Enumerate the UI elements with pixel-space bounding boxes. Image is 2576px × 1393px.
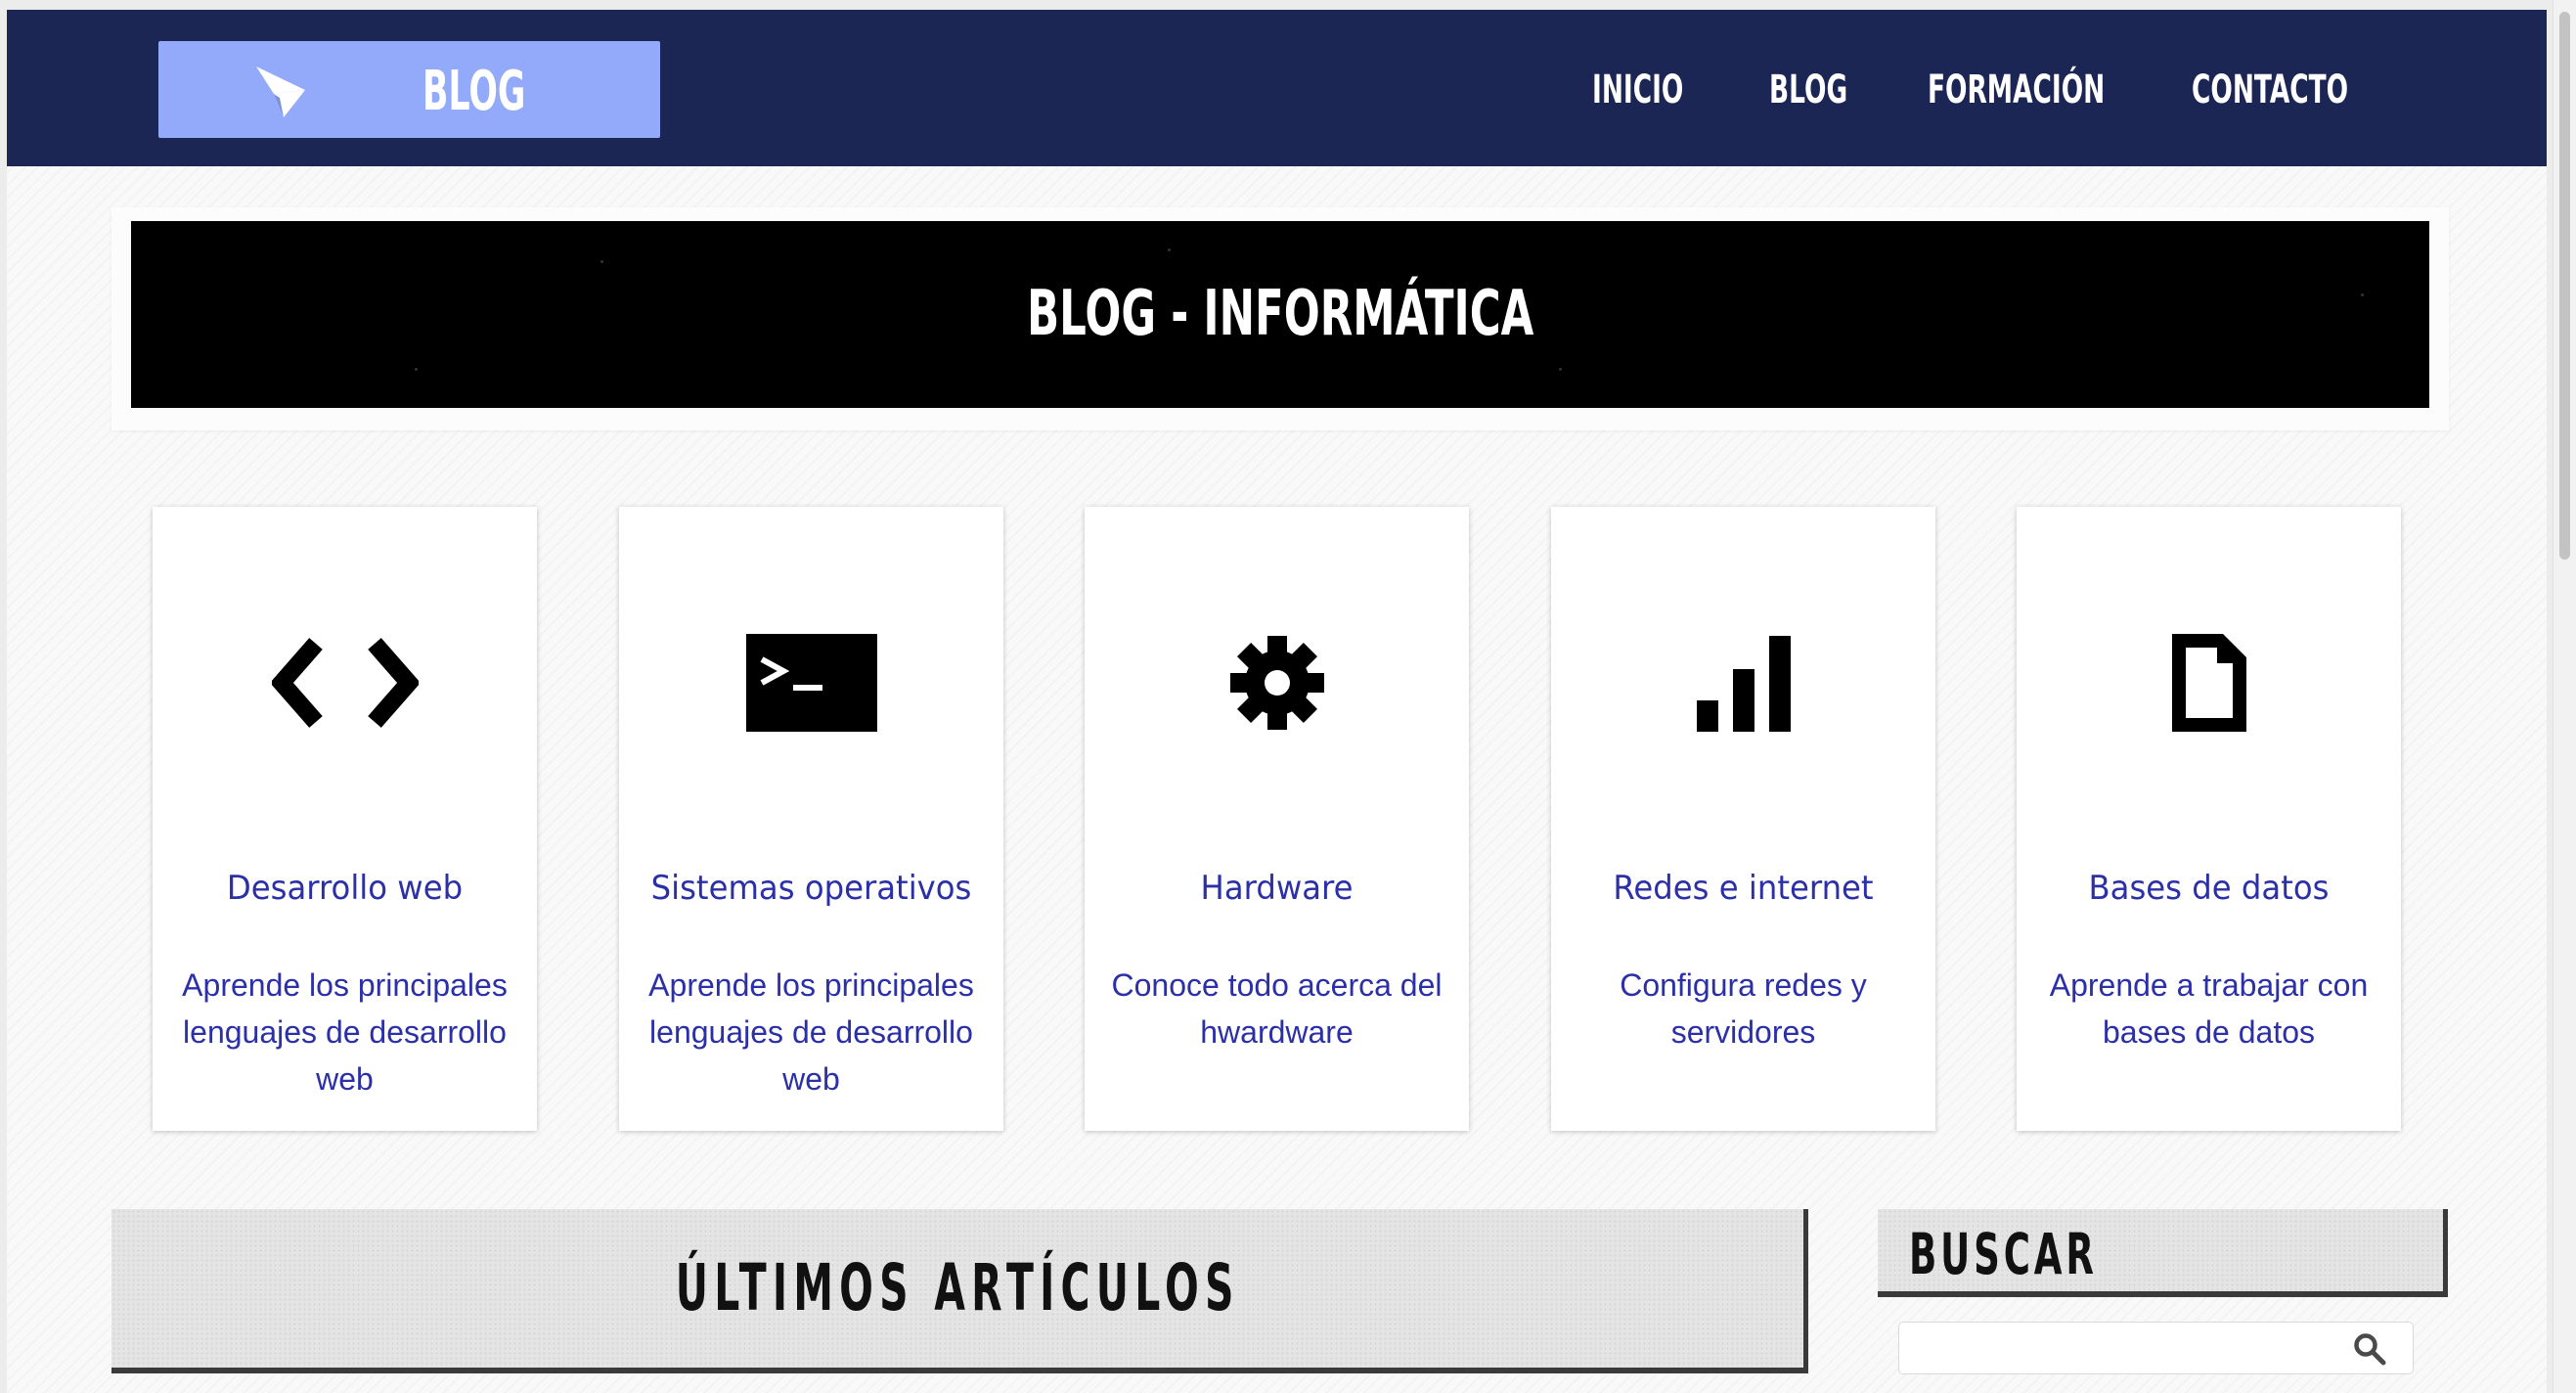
category-title[interactable]: Bases de datos [2045, 861, 2373, 916]
category-title[interactable]: Sistemas operativos [647, 861, 975, 916]
latest-articles-title: ÚLTIMOS ARTÍCULOS [111, 1209, 1803, 1368]
hero-banner: BLOG - INFORMÁTICA [111, 207, 2449, 430]
category-description: Aprende a trabajar con bases de datos [2049, 967, 2369, 1050]
category-title[interactable]: Hardware [1113, 861, 1441, 916]
terminal-icon [619, 634, 1003, 732]
category-description: Aprende los principales lenguajes de des… [182, 967, 508, 1097]
latest-articles-title-text: ÚLTIMOS ARTÍCULOS [675, 1250, 1240, 1326]
search-widget-title: BUSCAR [1909, 1221, 2098, 1287]
logo-link[interactable]: BLOG [158, 41, 660, 138]
category-title[interactable]: Desarrollo web [181, 861, 509, 916]
top-navigation-bar: BLOG INICIO BLOG FORMACIÓN CONTACTO [7, 10, 2547, 166]
signal-bars-icon [1551, 634, 1935, 732]
scrollbar-thumb[interactable] [2559, 12, 2570, 560]
category-card-desarrollo-web[interactable]: Desarrollo web Aprende los principales l… [153, 507, 537, 1131]
document-icon [2017, 634, 2401, 732]
nav-link-contacto[interactable]: CONTACTO [2192, 61, 2348, 119]
search-input[interactable] [1909, 1328, 2343, 1370]
hero-title: BLOG - INFORMÁTICA [131, 221, 2429, 408]
nav-link-formacion[interactable]: FORMACIÓN [1928, 61, 2105, 119]
logo-text: BLOG [422, 60, 526, 123]
code-icon [153, 634, 537, 732]
paper-plane-icon [256, 67, 305, 117]
search-icon[interactable] [2353, 1332, 2386, 1366]
hero-background: BLOG - INFORMÁTICA [131, 221, 2429, 408]
search-box[interactable] [1898, 1322, 2414, 1374]
category-description: Aprende los principales lenguajes de des… [648, 967, 974, 1097]
gear-icon [1085, 634, 1469, 732]
category-description: Configura redes y servidores [1620, 967, 1867, 1050]
nav-link-inicio[interactable]: INICIO [1592, 61, 1683, 119]
latest-articles-heading-box: ÚLTIMOS ARTÍCULOS [111, 1209, 1808, 1373]
category-card-sistemas-operativos[interactable]: Sistemas operativos Aprende los principa… [619, 507, 1003, 1131]
category-card-redes-e-internet[interactable]: Redes e internet Configura redes y servi… [1551, 507, 1935, 1131]
category-description: Conoce todo acerca del hwardware [1111, 967, 1443, 1050]
page: BLOG INICIO BLOG FORMACIÓN CONTACTO BLOG… [7, 10, 2547, 1393]
category-title[interactable]: Redes e internet [1579, 861, 1907, 916]
nav-link-blog[interactable]: BLOG [1769, 61, 1847, 119]
search-widget-heading-box: BUSCAR [1878, 1209, 2448, 1297]
hero-title-text: BLOG - INFORMÁTICA [1026, 278, 1534, 350]
category-card-hardware[interactable]: Hardware Conoce todo acerca del hwardwar… [1085, 507, 1469, 1131]
category-card-bases-de-datos[interactable]: Bases de datos Aprende a trabajar con ba… [2017, 507, 2401, 1131]
